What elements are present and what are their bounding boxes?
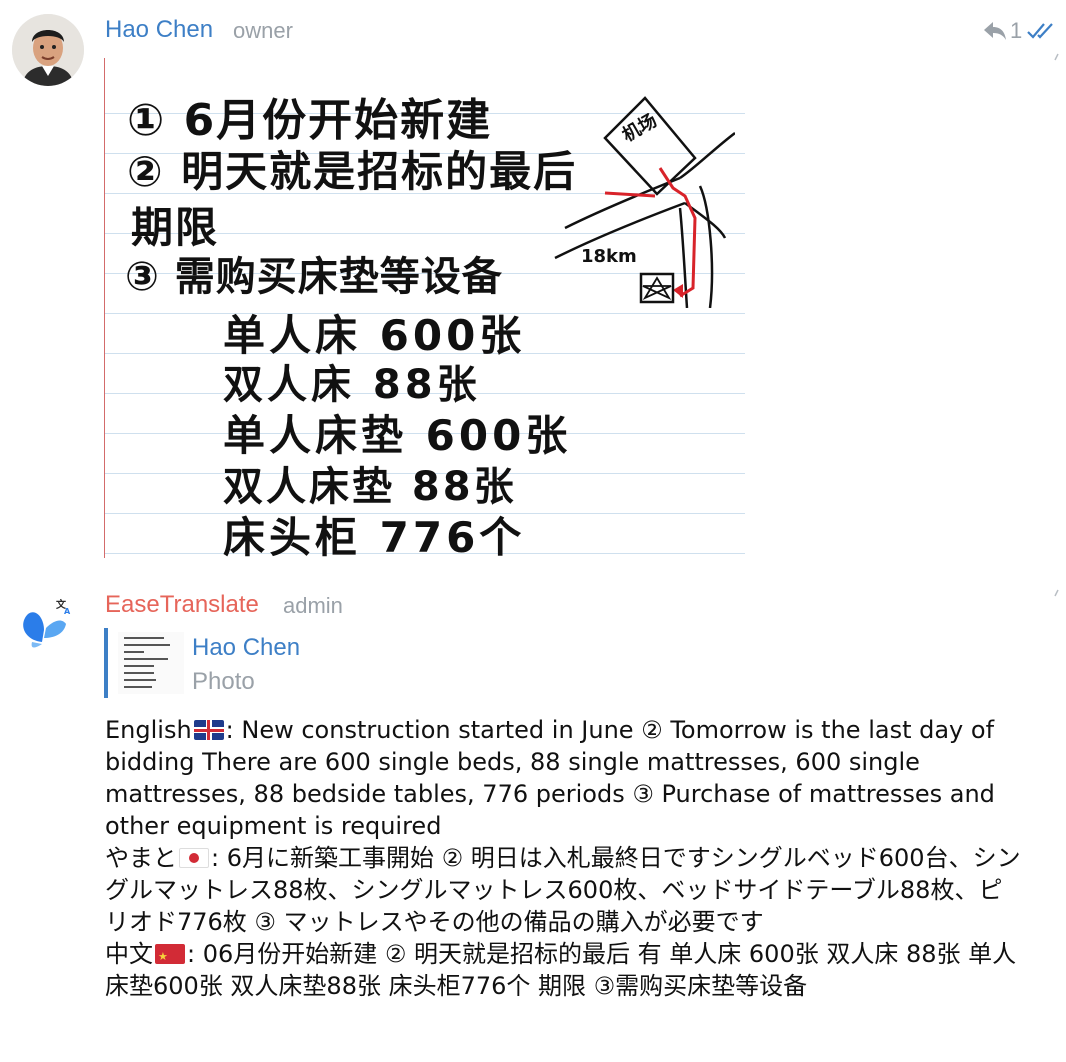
sender-role: owner <box>233 18 293 43</box>
sender-avatar[interactable] <box>12 14 84 86</box>
corner-mark-icon <box>1054 589 1059 597</box>
butterfly-translate-icon[interactable]: 文 A <box>14 594 72 652</box>
uk-flag-icon <box>193 720 224 740</box>
china-flag-icon <box>155 944 185 964</box>
map-label: 18km <box>581 246 637 267</box>
quote-type: Photo <box>192 668 255 695</box>
message-translation: 文 A EaseTranslate admin Hao Chen Photo E… <box>0 580 1066 1062</box>
lang-label: 中文 <box>105 940 153 968</box>
translation-content: : New construction started in June ② Tom… <box>105 716 995 840</box>
reply-icon[interactable] <box>982 20 1008 42</box>
photo-attachment[interactable]: ① 6月份开始新建 ② 明天就是招标的最后 期限 ③ 需购买床垫等设备 单人床 … <box>104 58 745 558</box>
translation-chinese: 中文: 06月份开始新建 ② 明天就是招标的最后 有 单人床 600张 双人床 … <box>105 938 1025 1002</box>
note-line: ③ 需购买床垫等设备 <box>125 254 503 300</box>
sender-role: admin <box>283 593 343 618</box>
sender-name[interactable]: EaseTranslate <box>105 591 259 619</box>
lang-label: English <box>105 716 192 744</box>
translation-text: English: New construction started in Jun… <box>105 714 1025 1002</box>
reply-quote[interactable]: Hao Chen Photo <box>104 628 508 698</box>
photo-thumbnail <box>118 632 184 694</box>
translation-english: English: New construction started in Jun… <box>105 714 1025 842</box>
translation-content: : 06月份开始新建 ② 明天就是招标的最后 有 单人床 600张 双人床 88… <box>105 940 1017 1000</box>
sender-name[interactable]: Hao Chen <box>105 16 213 44</box>
translation-content: : 6月に新築工事開始 ② 明日は入札最終日ですシングルベッド600台、シングル… <box>105 844 1021 936</box>
message-meta: 1 <box>982 18 1056 44</box>
quote-author: Hao Chen <box>192 634 301 661</box>
note-line: ② 明天就是招标的最后 <box>127 147 578 196</box>
note-item: 床头柜 776个 <box>223 513 526 558</box>
lang-label: やまと <box>105 844 177 872</box>
double-check-icon <box>1027 23 1054 39</box>
reply-count: 1 <box>1010 18 1023 43</box>
message-photo: Hao Chen owner 1 ① 6月份开始新建 ② 明天就是招标的最后 期… <box>0 0 1066 570</box>
person-avatar-icon <box>12 14 84 86</box>
japan-flag-icon <box>179 848 209 868</box>
translation-japanese: やまと: 6月に新築工事開始 ② 明日は入札最終日ですシングルベッド600台、シ… <box>105 842 1025 938</box>
corner-mark-icon <box>1054 53 1059 61</box>
svg-text:A: A <box>64 607 71 616</box>
